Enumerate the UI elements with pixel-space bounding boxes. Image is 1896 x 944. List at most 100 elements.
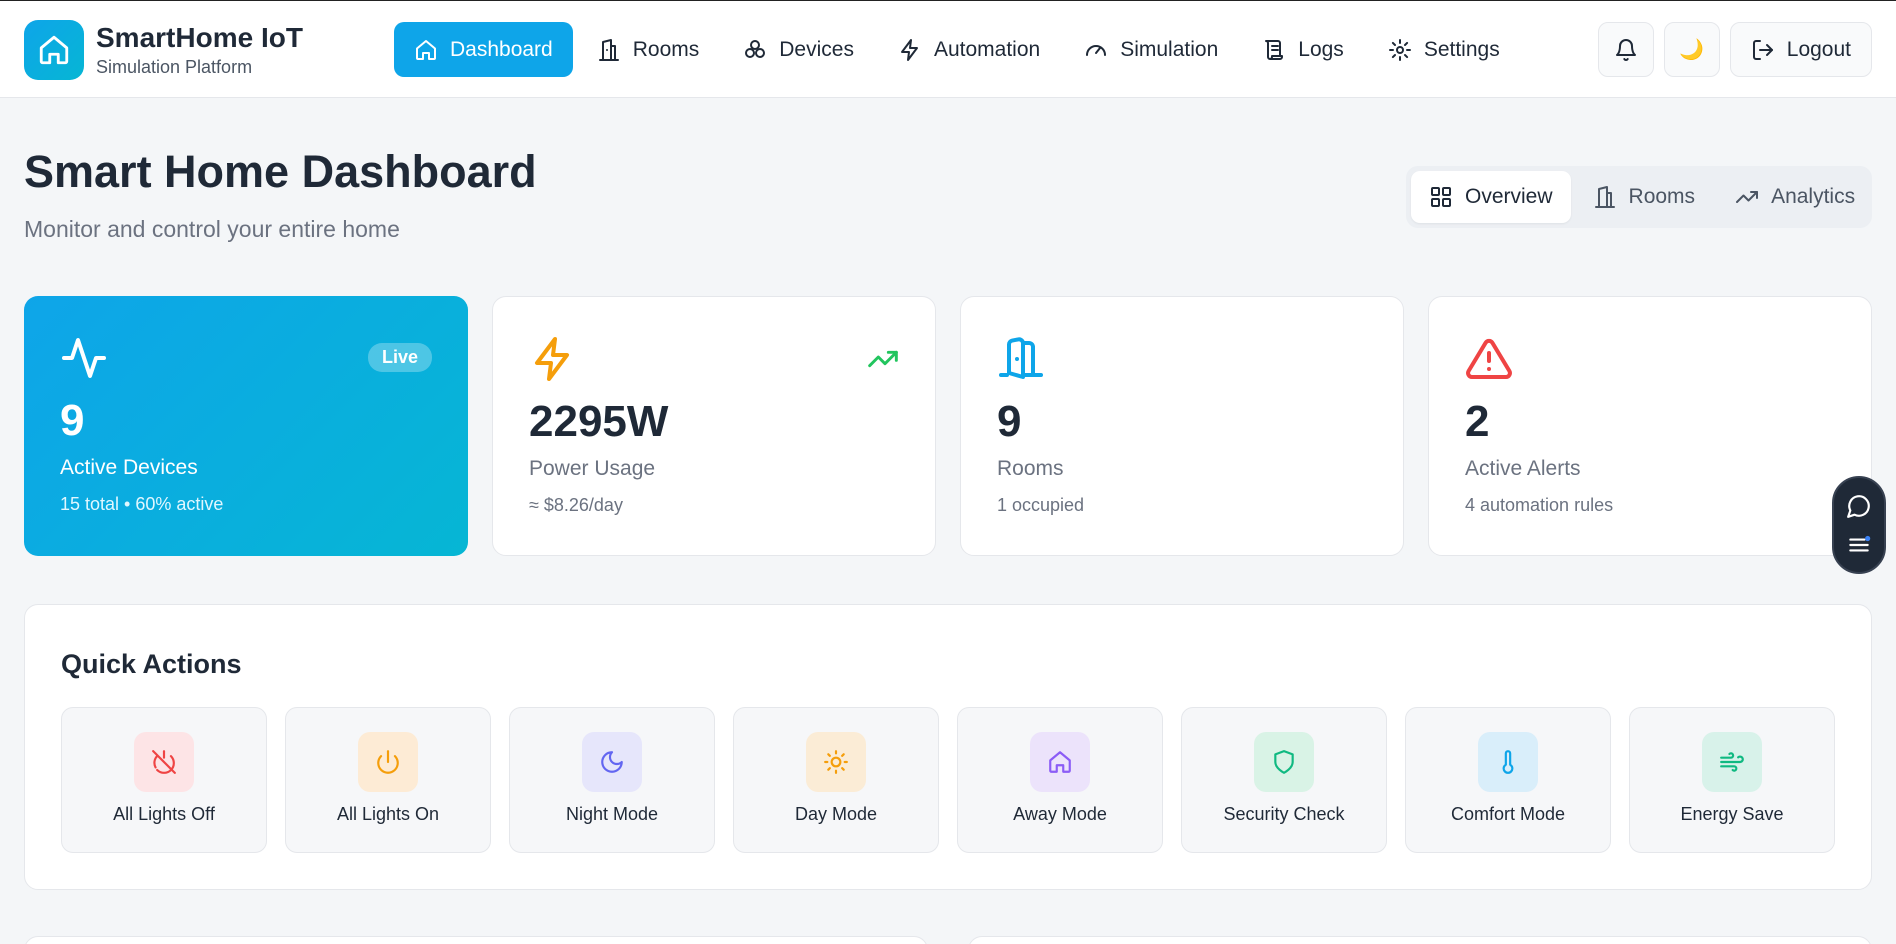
notifications-button[interactable] <box>1597 22 1654 77</box>
stat-card-active-alerts[interactable]: 2 Active Alerts 4 automation rules <box>1428 296 1872 556</box>
nav-item-automation[interactable]: Automation <box>878 22 1060 77</box>
stat-card-power-usage[interactable]: 2295W Power Usage ≈ $8.26/day <box>492 296 936 556</box>
page-subtitle: Monitor and control your entire home <box>24 216 400 242</box>
sun-icon <box>806 732 866 792</box>
tab-analytics[interactable]: Analytics <box>1717 171 1873 223</box>
menu-notes-icon[interactable] <box>1846 532 1872 558</box>
quick-action-label: Security Check <box>1223 804 1345 824</box>
stat-label: Rooms <box>997 457 1064 480</box>
trending-up-icon <box>1736 191 1759 203</box>
stat-label: Active Alerts <box>1465 457 1581 480</box>
quick-action-label: Away Mode <box>1013 804 1107 824</box>
stat-value: 2 <box>1465 397 1490 446</box>
quick-actions-grid: All Lights Off All Lights On Night Mode … <box>61 707 1835 853</box>
logout-icon <box>1752 39 1773 60</box>
shield-icon <box>1254 732 1314 792</box>
top-navbar: SmartHome IoT Simulation Platform Dashbo… <box>0 0 1896 98</box>
tab-rooms[interactable]: Rooms <box>1575 171 1714 223</box>
chat-bubble-icon[interactable] <box>1846 493 1872 519</box>
nav-item-label: Dashboard <box>450 37 553 61</box>
quick-action-night-mode[interactable]: Night Mode <box>509 707 715 853</box>
scroll-icon <box>1265 39 1284 60</box>
live-badge: Live <box>367 343 432 372</box>
quick-action-label: All Lights On <box>336 804 440 824</box>
building-icon <box>598 38 619 61</box>
quick-actions-title: Quick Actions <box>61 649 242 679</box>
stat-value: 9 <box>60 396 85 445</box>
activity-icon <box>62 338 106 378</box>
stat-note: ≈ $8.26/day <box>529 495 623 515</box>
home-icon <box>1030 732 1090 792</box>
home-icon <box>24 20 84 80</box>
quick-action-label: Comfort Mode <box>1450 804 1566 824</box>
tab-label: Analytics <box>1771 185 1856 208</box>
quick-action-all-lights-on[interactable]: All Lights On <box>285 707 491 853</box>
floating-assistant-widget <box>1832 476 1886 574</box>
quick-action-label: All Lights Off <box>113 804 215 824</box>
bell-icon <box>1615 38 1636 61</box>
trending-up-icon <box>868 350 898 368</box>
nav-item-label: Settings <box>1423 37 1500 61</box>
logout-label: Logout <box>1786 37 1851 61</box>
tab-label: Overview <box>1465 185 1553 208</box>
nav-item-dashboard[interactable]: Dashboard <box>394 22 573 77</box>
door-icon <box>999 337 1043 379</box>
nav-item-rooms[interactable]: Rooms <box>577 22 720 77</box>
nav-item-label: Logs <box>1298 37 1344 61</box>
logout-button[interactable]: Logout <box>1729 22 1872 77</box>
moon-icon: 🌙 <box>1679 39 1705 61</box>
stat-note: 15 total • 60% active <box>60 494 224 514</box>
brand-subtitle: Simulation Platform <box>96 57 253 77</box>
main-nav: Dashboard Rooms Devices Automation Simul… <box>394 22 1520 77</box>
home-icon <box>416 39 436 60</box>
alert-triangle-icon <box>1466 338 1512 379</box>
stat-label: Active Devices <box>60 456 198 479</box>
tab-overview[interactable]: Overview <box>1411 171 1571 223</box>
nav-item-label: Devices <box>779 37 854 61</box>
quick-action-label: Night Mode <box>565 804 659 824</box>
quick-action-away-mode[interactable]: Away Mode <box>957 707 1163 853</box>
gauge-icon <box>1086 44 1107 56</box>
tab-label: Rooms <box>1628 185 1696 208</box>
nav-item-label: Simulation <box>1120 37 1219 61</box>
building-icon <box>1594 186 1615 208</box>
quick-action-comfort-mode[interactable]: Comfort Mode <box>1405 707 1611 853</box>
stat-card-active-devices[interactable]: Live 9 Active Devices 15 total • 60% act… <box>24 296 468 556</box>
lightning-icon <box>900 38 918 61</box>
cpu-cluster-icon <box>745 39 766 58</box>
theme-toggle-button[interactable]: 🌙 <box>1663 22 1720 77</box>
stat-value: 9 <box>997 397 1022 446</box>
quick-action-security-check[interactable]: Security Check <box>1181 707 1387 853</box>
power-icon <box>358 732 418 792</box>
stat-value: 2295W <box>529 397 669 446</box>
nav-item-devices[interactable]: Devices <box>723 22 874 77</box>
quick-actions-panel: Quick Actions All Lights Off All Lights … <box>24 604 1872 890</box>
stat-note: 4 automation rules <box>1465 495 1614 515</box>
quick-action-day-mode[interactable]: Day Mode <box>733 707 939 853</box>
quick-action-label: Energy Save <box>1680 804 1784 824</box>
stat-label: Power Usage <box>529 457 656 480</box>
nav-item-label: Rooms <box>632 37 700 61</box>
nav-item-settings[interactable]: Settings <box>1368 22 1520 77</box>
wind-icon <box>1702 732 1762 792</box>
stat-note: 1 occupied <box>997 495 1085 515</box>
grid-icon <box>1431 187 1451 207</box>
brand[interactable]: SmartHome IoT Simulation Platform <box>24 20 303 80</box>
quick-action-all-lights-off[interactable]: All Lights Off <box>61 707 267 853</box>
page-title: Smart Home Dashboard <box>24 146 537 197</box>
gear-icon <box>1388 38 1411 61</box>
bottom-panel-right <box>968 936 1872 944</box>
quick-action-energy-save[interactable]: Energy Save <box>1629 707 1835 853</box>
lightning-icon <box>535 337 569 381</box>
moon-icon <box>582 732 642 792</box>
quick-action-label: Day Mode <box>794 804 878 824</box>
header-actions: 🌙 Logout <box>1597 22 1872 77</box>
power-off-icon <box>134 732 194 792</box>
nav-item-logs[interactable]: Logs <box>1242 22 1364 77</box>
view-tabs: Overview Rooms Analytics <box>1406 166 1872 228</box>
nav-item-simulation[interactable]: Simulation <box>1064 22 1238 77</box>
thermometer-icon <box>1478 732 1538 792</box>
brand-title: SmartHome IoT <box>96 22 303 53</box>
nav-item-label: Automation <box>933 37 1041 61</box>
stat-card-rooms[interactable]: 9 Rooms 1 occupied <box>960 296 1404 556</box>
